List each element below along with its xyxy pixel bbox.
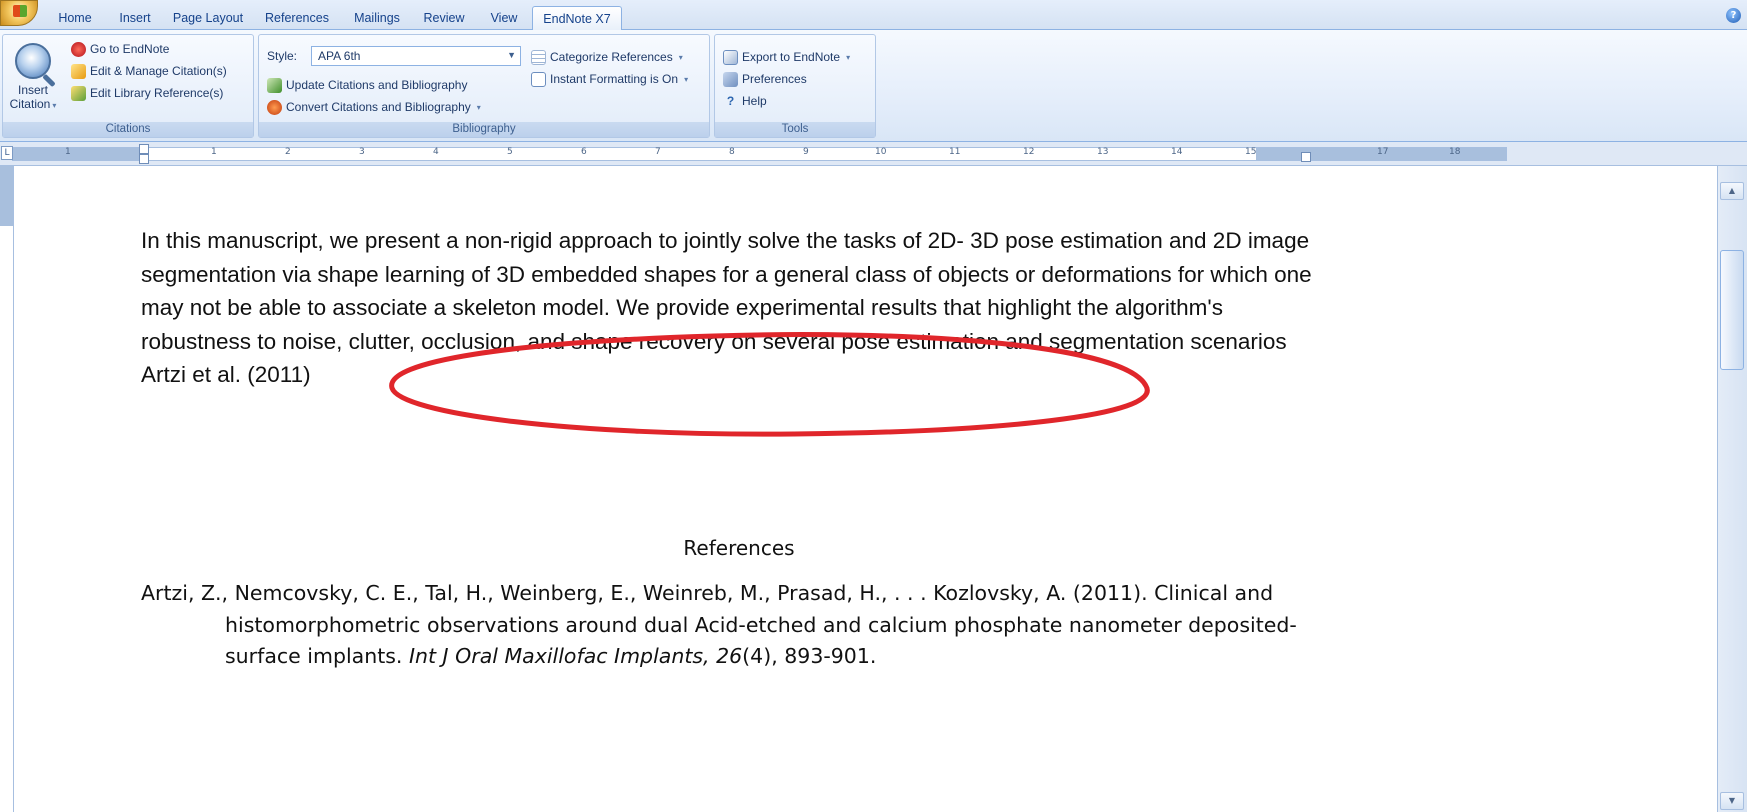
- ruler-left-margin: [13, 148, 149, 160]
- horizontal-ruler[interactable]: 1 1 2 3 4 5 6 7 8 9 10 11 12 13 14 15 17…: [0, 142, 1747, 305]
- tab-selector-icon[interactable]: L: [1, 146, 13, 160]
- ruler-number: 14: [1171, 147, 1183, 157]
- ruler-track[interactable]: 1 1 2 3 4 5 6 7 8 9 10 11 12 13 14 15 17…: [12, 144, 1507, 164]
- ruler-number: 8: [729, 147, 735, 157]
- tab-insert[interactable]: Insert: [106, 6, 164, 30]
- tab-home[interactable]: Home: [44, 6, 106, 30]
- endnote-icon: [71, 41, 86, 57]
- ruler-number: 9: [803, 147, 809, 157]
- convert-citations-button[interactable]: Convert Citations and Bibliography ▾: [267, 97, 481, 117]
- go-to-endnote-button[interactable]: Go to EndNote: [71, 39, 169, 59]
- ruler-number: 6: [581, 147, 587, 157]
- office-button[interactable]: [0, 0, 38, 26]
- style-dropdown[interactable]: APA 6th ▼: [311, 46, 521, 66]
- ribbon-tab-strip: Home Insert Page Layout References Maili…: [0, 0, 1747, 30]
- body-paragraph[interactable]: In this manuscript, we present a non-rig…: [141, 224, 1331, 392]
- scroll-thumb[interactable]: [1720, 250, 1744, 370]
- right-indent-marker[interactable]: [1301, 152, 1311, 162]
- ruler-number: 1: [211, 147, 217, 157]
- citations-group-label: Citations: [3, 122, 253, 137]
- ruler-number: 18: [1449, 147, 1461, 157]
- edit-citation-icon: [71, 63, 86, 79]
- categorize-references-button[interactable]: Categorize References ▾: [531, 47, 683, 67]
- insert-citation-label-line2: Citation ▾: [9, 97, 57, 111]
- tab-review[interactable]: Review: [412, 6, 476, 30]
- vertical-ruler[interactable]: [0, 166, 14, 812]
- ruler-number: 12: [1023, 147, 1035, 157]
- help-button[interactable]: ? Help: [723, 91, 767, 111]
- insert-citation-button[interactable]: Insert Citation ▾: [7, 37, 59, 121]
- hanging-indent-marker[interactable]: [139, 154, 149, 164]
- chevron-down-icon: ▼: [507, 50, 516, 60]
- style-label: Style:: [267, 49, 298, 63]
- tab-view[interactable]: View: [476, 6, 532, 30]
- citations-group: Insert Citation ▾ Go to EndNote Edit & Ma…: [2, 34, 254, 138]
- ruler-number: 7: [655, 147, 661, 157]
- ruler-number: 2: [285, 147, 291, 157]
- scroll-down-icon[interactable]: ▼: [1720, 792, 1744, 810]
- tab-references[interactable]: References: [252, 6, 342, 30]
- edit-manage-citations-button[interactable]: Edit & Manage Citation(s): [71, 61, 227, 81]
- categorize-icon: [531, 49, 546, 65]
- tools-group: Export to EndNote ▾ Preferences ? Help To…: [714, 34, 876, 138]
- vertical-ruler-top-margin: [0, 166, 13, 226]
- ruler-number: 10: [875, 147, 887, 157]
- tab-endnote-x7[interactable]: EndNote X7: [532, 6, 622, 30]
- references-heading[interactable]: References: [14, 536, 1464, 560]
- ruler-number: 11: [949, 147, 961, 157]
- pencil-icon: [71, 85, 86, 101]
- ruler-number: 17: [1377, 147, 1389, 157]
- reference-journal: Int J Oral Maxillofac Implants, 26: [408, 644, 743, 668]
- tab-page-layout[interactable]: Page Layout: [164, 6, 252, 30]
- help-icon[interactable]: ?: [1726, 8, 1741, 23]
- tab-mailings[interactable]: Mailings: [342, 6, 412, 30]
- ruler-number: 4: [433, 147, 439, 157]
- preferences-icon: [723, 71, 738, 87]
- bibliography-group-label: Bibliography: [259, 122, 709, 137]
- first-line-indent-marker[interactable]: [139, 144, 149, 154]
- update-icon: [267, 77, 282, 93]
- instant-formatting-icon: [531, 71, 546, 87]
- magnifier-icon: [15, 43, 51, 79]
- reference-entry[interactable]: Artzi, Z., Nemcovsky, C. E., Tal, H., We…: [141, 578, 1331, 673]
- edit-library-reference-button[interactable]: Edit Library Reference(s): [71, 83, 223, 103]
- question-mark-icon: ?: [726, 94, 735, 108]
- export-to-endnote-button[interactable]: Export to EndNote ▾: [723, 47, 850, 67]
- ruler-number: 15: [1245, 147, 1257, 157]
- ruler-number: 1: [65, 147, 71, 157]
- export-icon: [723, 49, 738, 65]
- ruler-number: 5: [507, 147, 513, 157]
- ribbon-tabs: Home Insert Page Layout References Maili…: [44, 6, 622, 30]
- reference-issue-pages: (4), 893-901.: [742, 644, 877, 668]
- ruler-number: 13: [1097, 147, 1109, 157]
- update-citations-button[interactable]: Update Citations and Bibliography: [267, 75, 467, 95]
- scroll-up-icon[interactable]: ▲: [1720, 182, 1744, 200]
- preferences-button[interactable]: Preferences: [723, 69, 807, 89]
- bibliography-group: Style: APA 6th ▼ Update Citations and Bi…: [258, 34, 710, 138]
- ribbon: Insert Citation ▾ Go to EndNote Edit & Ma…: [0, 30, 1747, 142]
- convert-icon: [267, 99, 282, 115]
- document-page[interactable]: In this manuscript, we present a non-rig…: [14, 166, 1717, 812]
- office-logo-icon: [13, 5, 27, 17]
- ruler-number: 3: [359, 147, 365, 157]
- tools-group-label: Tools: [715, 122, 875, 137]
- instant-formatting-button[interactable]: Instant Formatting is On ▾: [531, 69, 688, 89]
